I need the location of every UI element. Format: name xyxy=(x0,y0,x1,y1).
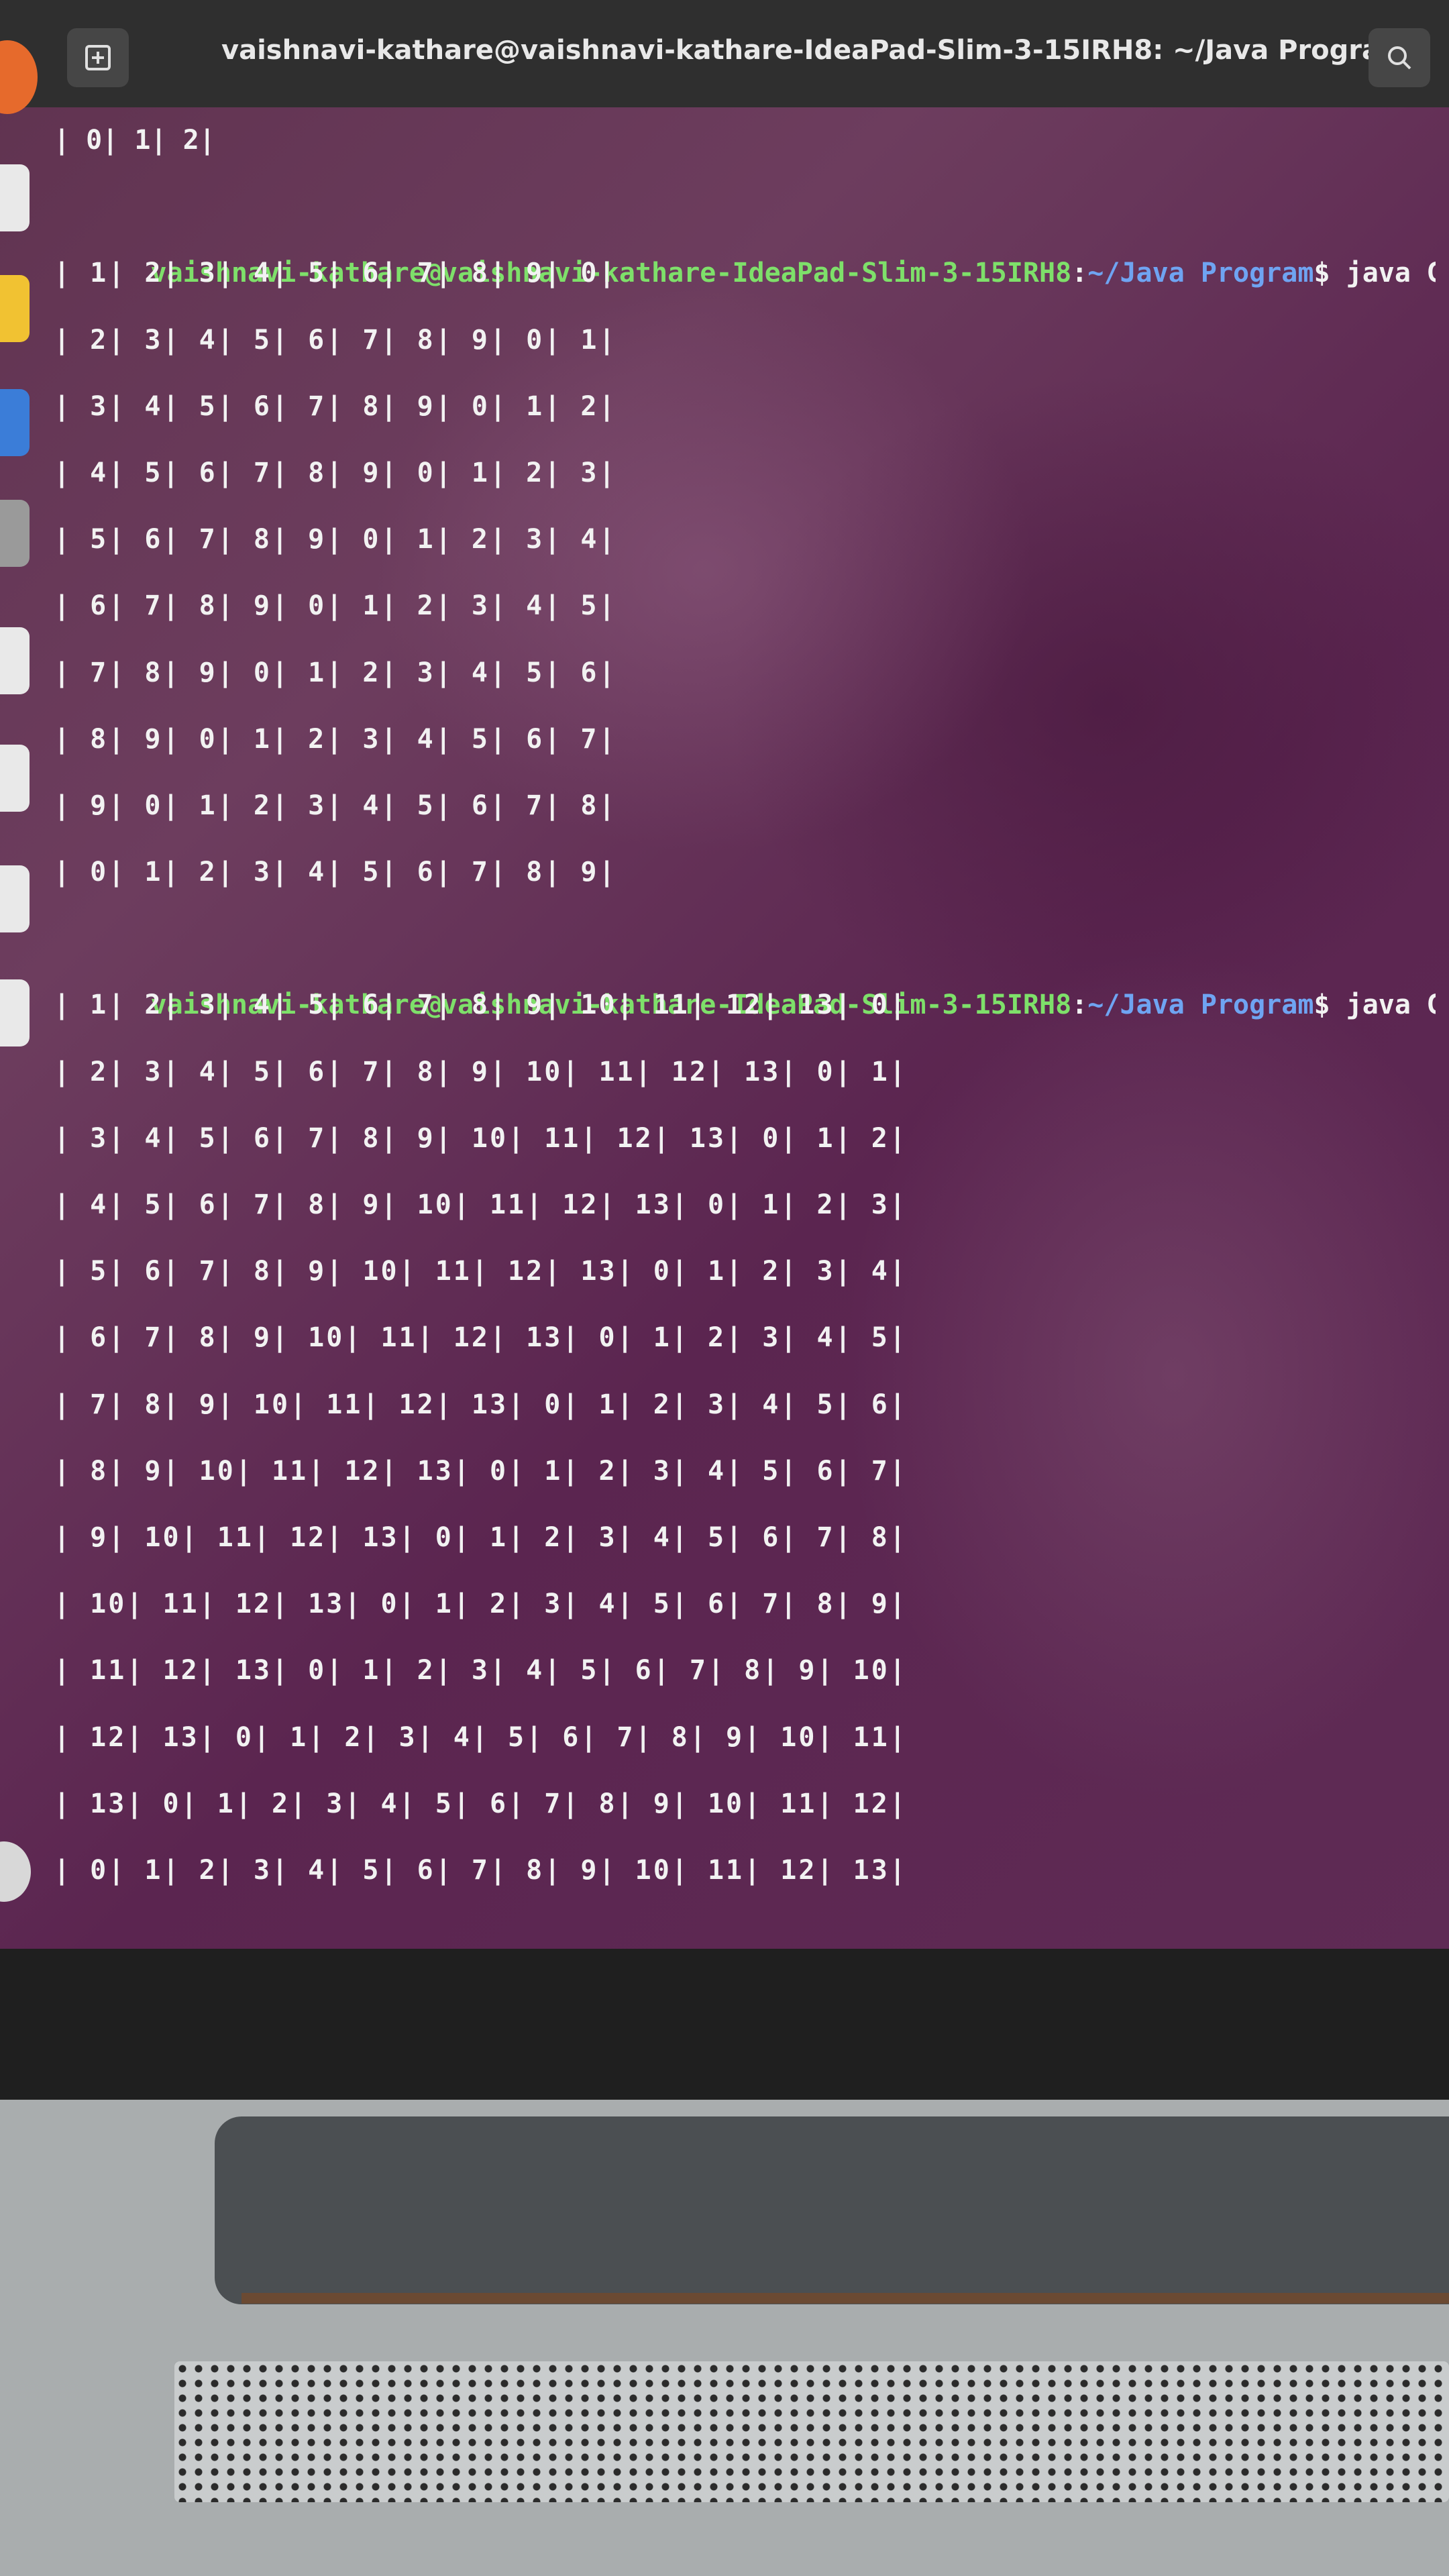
title-bar: vaishnavi-kathare@vaishnavi-kathare-Idea… xyxy=(0,0,1449,107)
grid-row: | 0| 1| 2| 3| 4| 5| 6| 7| 8| 9| xyxy=(54,857,617,888)
speaker-grille xyxy=(174,2361,1449,2502)
grid-row: | 3| 4| 5| 6| 7| 8| 9| 10| 11| 12| 13| 0… xyxy=(54,1122,908,1154)
firefox-icon[interactable] xyxy=(0,40,38,114)
prompt-dollar: $ xyxy=(1313,258,1330,289)
grid-row: | 9| 0| 1| 2| 3| 4| 5| 6| 7| 8| xyxy=(54,790,617,821)
search-button[interactable] xyxy=(1368,28,1430,87)
prompt-colon: : xyxy=(1071,989,1088,1021)
grid-row: | 4| 5| 6| 7| 8| 9| 10| 11| 12| 13| 0| 1… xyxy=(54,1189,908,1220)
game-14-output: | 1| 2| 3| 4| 5| 6| 7| 8| 9| 10| 11| 12|… xyxy=(54,972,1436,1904)
new-tab-button[interactable] xyxy=(67,28,129,87)
prompt-path: ~/Java Program xyxy=(1087,989,1314,1021)
grid-row: | 2| 3| 4| 5| 6| 7| 8| 9| 10| 11| 12| 13… xyxy=(54,1056,908,1087)
grid-row: | 0| 1| 2| 3| 4| 5| 6| 7| 8| 9| 10| 11| … xyxy=(54,1854,908,1886)
screen: vaishnavi-kathare@vaishnavi-kathare-Idea… xyxy=(0,0,1449,1949)
drive-icon[interactable] xyxy=(0,627,30,694)
prompt-colon: : xyxy=(1071,258,1088,289)
prompt-dollar: $ xyxy=(1313,989,1330,1021)
command-text: java Game 14 xyxy=(1346,989,1436,1021)
text-editor-icon[interactable] xyxy=(0,275,30,342)
window-title: vaishnavi-kathare@vaishnavi-kathare-Idea… xyxy=(221,35,1408,66)
grid-row: | 4| 5| 6| 7| 8| 9| 0| 1| 2| 3| xyxy=(54,457,617,488)
grid-row: | 9| 10| 11| 12| 13| 0| 1| 2| 3| 4| 5| 6… xyxy=(54,1521,908,1553)
dock xyxy=(0,0,38,1949)
grid-row: | 10| 11| 12| 13| 0| 1| 2| 3| 4| 5| 6| 7… xyxy=(54,1589,908,1620)
prompt-line[interactable]: vaishnavi-kathare@vaishnavi-kathare-Idea… xyxy=(54,1904,1436,1949)
hinge-strip xyxy=(241,2293,1449,2304)
show-apps-icon[interactable] xyxy=(0,1841,31,1902)
search-icon xyxy=(1388,46,1411,70)
writer-icon[interactable] xyxy=(0,389,30,456)
grid-row: | 2| 3| 4| 5| 6| 7| 8| 9| 0| 1| xyxy=(54,324,617,356)
grid-row: | 7| 8| 9| 10| 11| 12| 13| 0| 1| 2| 3| 4… xyxy=(54,1389,908,1420)
terminal-line: | 0| 1| 2| xyxy=(54,125,215,156)
trash-icon[interactable] xyxy=(0,979,30,1046)
drive-icon[interactable] xyxy=(0,865,30,932)
app-icon[interactable] xyxy=(0,500,30,567)
grid-row: | 7| 8| 9| 0| 1| 2| 3| 4| 5| 6| xyxy=(54,657,617,688)
grid-row: | 11| 12| 13| 0| 1| 2| 3| 4| 5| 6| 7| 8|… xyxy=(54,1655,908,1686)
grid-row: | 6| 7| 8| 9| 0| 1| 2| 3| 4| 5| xyxy=(54,590,617,622)
drive-icon[interactable] xyxy=(0,745,30,812)
command-text: java Game 10 xyxy=(1346,258,1436,289)
grid-row: | 5| 6| 7| 8| 9| 0| 1| 2| 3| 4| xyxy=(54,524,617,555)
grid-row: | 6| 7| 8| 9| 10| 11| 12| 13| 0| 1| 2| 3… xyxy=(54,1322,908,1354)
grid-row: | 13| 0| 1| 2| 3| 4| 5| 6| 7| 8| 9| 10| … xyxy=(54,1788,908,1819)
prompt-line: vaishnavi-kathare@vaishnavi-kathare-Idea… xyxy=(54,174,1436,288)
prompt-path: ~/Java Program xyxy=(1087,258,1314,289)
game-10-output: | 1| 2| 3| 4| 5| 6| 7| 8| 9| 0| | 2| 3| 4… xyxy=(54,240,1436,906)
new-tab-icon xyxy=(85,45,111,70)
laptop-hinge xyxy=(215,2116,1449,2304)
grid-row: | 3| 4| 5| 6| 7| 8| 9| 0| 1| 2| xyxy=(54,390,617,422)
grid-row: | 8| 9| 0| 1| 2| 3| 4| 5| 6| 7| xyxy=(54,723,617,755)
laptop-bezel xyxy=(0,1949,1449,2100)
grid-row: | 5| 6| 7| 8| 9| 10| 11| 12| 13| 0| 1| 2… xyxy=(54,1256,908,1287)
prompt-line: vaishnavi-kathare@vaishnavi-kathare-Idea… xyxy=(54,906,1436,1020)
files-icon[interactable] xyxy=(0,164,30,231)
terminal-output[interactable]: | 0| 1| 2| vaishnavi-kathare@vaishnavi-k… xyxy=(54,107,1436,1949)
grid-row: | 12| 13| 0| 1| 2| 3| 4| 5| 6| 7| 8| 9| … xyxy=(54,1721,908,1753)
grid-row: | 8| 9| 10| 11| 12| 13| 0| 1| 2| 3| 4| 5… xyxy=(54,1455,908,1487)
